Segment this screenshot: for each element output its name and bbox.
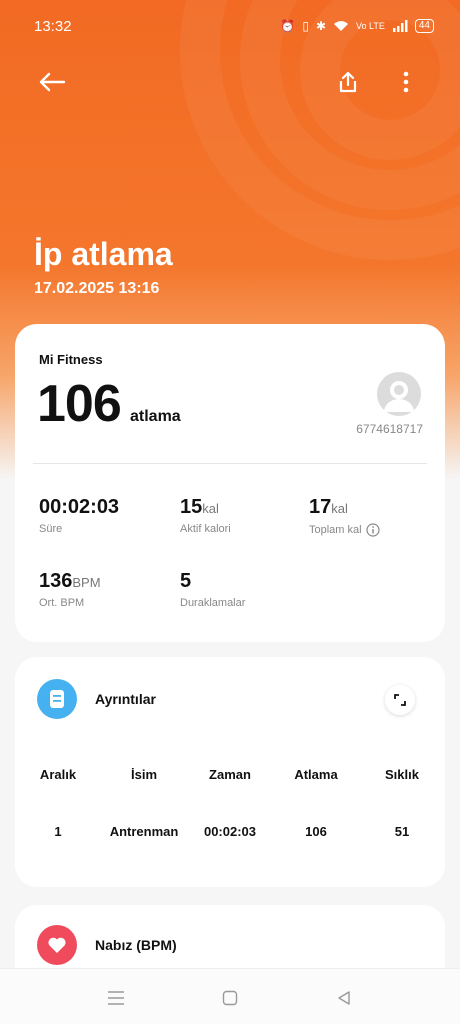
network-icon: Vo LTE: [356, 21, 385, 31]
column-header: Sıklık: [385, 767, 419, 782]
jump-count: 106: [37, 375, 122, 433]
page-title: İp atlama: [34, 236, 173, 272]
status-time: 13:32: [34, 17, 72, 35]
details-icon-badge: [37, 679, 77, 719]
stat-label: Toplam kal: [309, 524, 362, 536]
info-icon[interactable]: [365, 523, 380, 537]
triangle-back-icon: [338, 991, 350, 1005]
alarm-icon: ⏰: [280, 19, 296, 33]
signal-icon: [392, 20, 408, 32]
expand-icon: [394, 694, 406, 706]
table-header: Aralık İsim Zaman Atlama Sıklık: [15, 767, 445, 787]
stat-value: 17: [309, 496, 332, 518]
source-label: Mi Fitness: [39, 352, 103, 367]
stat-label: Aktif kalori: [180, 523, 231, 535]
home-square-icon: [222, 990, 238, 1006]
divider: [33, 463, 427, 464]
stat-active-calories: 15kal Aktif kalori: [180, 496, 231, 535]
share-icon: [339, 71, 357, 93]
heart-icon: [48, 937, 66, 953]
column-header: Zaman: [209, 767, 251, 782]
table-cell: Antrenman: [109, 824, 179, 839]
user-id: 6774618717: [356, 422, 423, 436]
table-cell: 1: [54, 824, 62, 839]
avatar[interactable]: [377, 372, 421, 416]
home-nav-button[interactable]: [215, 983, 245, 1013]
stat-total-calories: 17kal Toplam kal: [309, 496, 380, 537]
stat-label: Duraklamalar: [180, 597, 246, 609]
summary-card: Mi Fitness 106 atlama 6774618717 00:02:0…: [15, 324, 445, 642]
top-bar: [0, 62, 460, 102]
stat-label: Ort. BPM: [39, 597, 85, 609]
details-title: Ayrıntılar: [95, 691, 156, 707]
stat-value: 5: [180, 570, 192, 592]
workout-date: 17.02.2025 13:16: [34, 280, 160, 297]
column-header: Aralık: [39, 767, 77, 782]
status-icons: ⏰ ▯ ✱ Vo LTE 44: [280, 19, 434, 33]
status-bar: 13:32 ⏰ ▯ ✱ Vo LTE 44: [0, 0, 460, 52]
jump-count-unit: atlama: [130, 408, 181, 425]
pulse-title: Nabız (BPM): [95, 937, 177, 953]
stat-unit: BPM: [72, 575, 101, 590]
stat-label: Süre: [39, 523, 63, 535]
wifi-icon: [334, 21, 349, 31]
details-card: Ayrıntılar Aralık İsim Zaman Atlama Sıkl…: [15, 657, 445, 887]
stat-value: 15: [180, 496, 203, 518]
stat-pauses: 5 Duraklamalar: [180, 570, 245, 609]
table-cell: 106: [305, 824, 327, 839]
stat-unit: kal: [202, 501, 219, 516]
stat-duration: 00:02:03 Süre: [39, 496, 119, 535]
stat-unit: kal: [331, 501, 348, 516]
more-button[interactable]: [392, 66, 420, 98]
system-nav-bar: [0, 968, 460, 1024]
column-header: Atlama: [294, 767, 338, 782]
table-row: 1 Antrenman 00:02:03 106 51: [15, 824, 445, 844]
stat-avg-bpm: 136BPM Ort. BPM: [39, 570, 101, 609]
table-cell: 51: [394, 824, 410, 839]
back-button[interactable]: [36, 66, 68, 98]
table-cell: 00:02:03: [203, 824, 257, 839]
column-header: İsim: [130, 767, 158, 782]
pulse-icon-badge: [37, 925, 77, 965]
expand-button[interactable]: [385, 685, 415, 715]
arrow-left-icon: [39, 72, 66, 92]
document-icon: [50, 690, 64, 708]
stat-value: 136: [39, 570, 73, 592]
stat-value: 00:02:03: [39, 496, 120, 518]
bluetooth-icon: ✱: [315, 19, 327, 33]
share-button[interactable]: [332, 66, 364, 98]
menu-icon: [108, 991, 124, 1005]
more-vertical-icon: [403, 71, 409, 93]
back-nav-button[interactable]: [329, 983, 359, 1013]
battery-icon: 44: [414, 19, 434, 33]
menu-nav-button[interactable]: [101, 983, 131, 1013]
user-avatar-icon: [384, 381, 414, 412]
vibrate-icon: ▯: [302, 19, 309, 33]
